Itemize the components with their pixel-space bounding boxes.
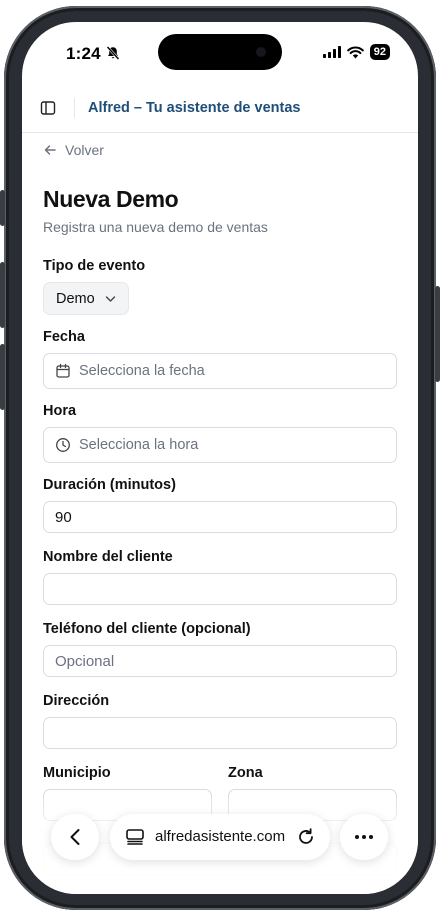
camera bbox=[256, 47, 266, 57]
status-icons: 92 bbox=[322, 44, 390, 60]
zone-label: Zona bbox=[228, 765, 263, 781]
chevron-left-icon bbox=[70, 829, 80, 845]
more-icon bbox=[355, 835, 373, 839]
date-placeholder: Selecciona la fecha bbox=[79, 363, 205, 379]
duration-input[interactable]: 90 bbox=[43, 501, 397, 533]
calendar-icon bbox=[55, 363, 71, 379]
time-field: Hora Selecciona la hora bbox=[43, 403, 397, 463]
arrow-left-icon bbox=[44, 145, 56, 155]
battery-indicator: 92 bbox=[369, 44, 390, 60]
date-label: Fecha bbox=[43, 329, 85, 345]
municipality-label: Municipio bbox=[43, 765, 111, 781]
event-type-select[interactable]: Demo bbox=[43, 282, 129, 315]
signal-icon bbox=[322, 46, 341, 58]
address-field: Dirección bbox=[43, 693, 397, 749]
duration-value: 90 bbox=[55, 508, 72, 526]
clock-icon bbox=[55, 437, 71, 453]
client-phone-input[interactable]: Opcional bbox=[43, 645, 397, 677]
duration-field: Duración (minutos) 90 bbox=[43, 477, 397, 533]
back-link[interactable]: Volver bbox=[43, 140, 397, 160]
sidebar-toggle-button[interactable] bbox=[40, 100, 56, 121]
client-phone-placeholder: Opcional bbox=[55, 652, 115, 670]
status-time: 1:24 bbox=[66, 44, 101, 63]
volume-up-button bbox=[0, 262, 5, 328]
client-phone-label: Teléfono del cliente (opcional) bbox=[43, 621, 251, 637]
app-header: Alfred – Tu asistente de ventas bbox=[22, 90, 418, 133]
event-type-label: Tipo de evento bbox=[43, 258, 146, 274]
date-field: Fecha Selecciona la fecha bbox=[43, 329, 397, 389]
time-picker[interactable]: Selecciona la hora bbox=[43, 427, 397, 463]
header-divider bbox=[74, 98, 75, 118]
app-title: Alfred – Tu asistente de ventas bbox=[88, 100, 301, 116]
chevron-down-icon bbox=[105, 295, 115, 302]
client-name-label: Nombre del cliente bbox=[43, 549, 173, 565]
power-button bbox=[435, 286, 440, 382]
page-subtitle: Registra una nueva demo de ventas bbox=[43, 219, 268, 235]
dynamic-island bbox=[158, 34, 282, 70]
page-title: Nueva Demo bbox=[43, 186, 179, 212]
duration-label: Duración (minutos) bbox=[43, 477, 176, 493]
url-text: alfredasistente.com bbox=[155, 828, 286, 845]
reload-icon[interactable] bbox=[296, 827, 316, 847]
sidebar-icon bbox=[40, 101, 56, 115]
volume-down-button bbox=[0, 344, 5, 410]
event-type-value: Demo bbox=[56, 290, 95, 307]
tabs-icon bbox=[126, 829, 144, 845]
time-placeholder: Selecciona la hora bbox=[79, 437, 199, 453]
main-content: Volver Nueva Demo Registra una nueva dem… bbox=[43, 140, 397, 875]
date-picker[interactable]: Selecciona la fecha bbox=[43, 353, 397, 389]
address-label: Dirección bbox=[43, 693, 110, 709]
client-name-field: Nombre del cliente bbox=[43, 549, 397, 605]
address-input[interactable] bbox=[43, 717, 397, 749]
address-bar[interactable]: alfredasistente.com bbox=[110, 814, 330, 860]
client-phone-field: Teléfono del cliente (opcional) Opcional bbox=[43, 621, 397, 677]
more-options-button[interactable] bbox=[340, 814, 388, 860]
time-label: Hora bbox=[43, 403, 77, 419]
screen: 1:24 92 Alfred – Tu asistente de ventas … bbox=[22, 22, 418, 894]
event-type-field: Tipo de evento Demo bbox=[43, 258, 397, 315]
wifi-icon bbox=[346, 45, 364, 58]
bell-slash-icon bbox=[105, 45, 121, 66]
browser-back-button[interactable] bbox=[51, 814, 99, 860]
back-label: Volver bbox=[65, 142, 104, 158]
client-name-input[interactable] bbox=[43, 573, 397, 605]
action-button bbox=[0, 190, 5, 226]
